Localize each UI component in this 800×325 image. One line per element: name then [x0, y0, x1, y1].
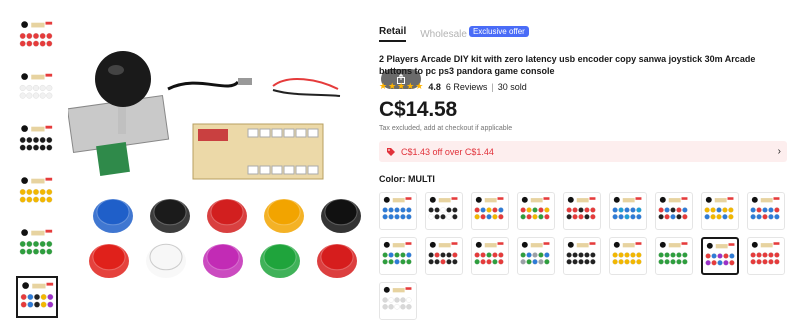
thumbnail-red-kit[interactable] — [16, 16, 58, 58]
thumbnail-yellow-kit[interactable] — [16, 172, 58, 214]
color-swatch[interactable] — [379, 237, 417, 275]
chevron-right-icon: › — [777, 146, 781, 157]
color-swatch[interactable] — [701, 237, 739, 275]
color-swatch[interactable] — [379, 282, 417, 320]
color-swatch[interactable] — [471, 192, 509, 230]
color-swatch[interactable] — [655, 192, 693, 230]
color-swatch[interactable] — [563, 192, 601, 230]
arcade-button-top — [92, 243, 126, 271]
arcade-button-top — [267, 198, 301, 226]
thumbnail-black-kit[interactable] — [16, 120, 58, 162]
tab-retail[interactable]: Retail — [379, 26, 407, 42]
reviews-link[interactable]: 6 Reviews — [446, 82, 488, 92]
arcade-button-top — [149, 243, 183, 271]
product-price: C$14.58 — [379, 98, 457, 121]
color-swatch[interactable] — [747, 192, 785, 230]
product-info-panel: Retail Wholesale Exclusive offer 2 Playe… — [379, 25, 789, 325]
purchase-type-tabs: Retail Wholesale Exclusive offer — [379, 25, 789, 43]
thumbnail-green-kit[interactable] — [16, 224, 58, 266]
color-swatch[interactable] — [655, 237, 693, 275]
color-swatch[interactable] — [563, 237, 601, 275]
arcade-button-top — [320, 243, 354, 271]
color-swatch[interactable] — [425, 192, 463, 230]
arcade-button-top — [96, 198, 130, 226]
promo-banner[interactable]: C$1.43 off over C$1.44 › — [379, 141, 787, 162]
thumbnail-rail — [16, 16, 58, 325]
arcade-button-top — [153, 198, 187, 226]
color-swatch[interactable] — [425, 237, 463, 275]
color-swatch[interactable] — [609, 192, 647, 230]
arcade-button-top — [324, 198, 358, 226]
main-product-image[interactable] — [66, 34, 421, 304]
tax-note: Tax excluded, add at checkout if applica… — [379, 125, 513, 132]
tag-icon — [387, 147, 395, 156]
arcade-button-top — [263, 243, 297, 271]
color-swatch[interactable] — [517, 237, 555, 275]
star-rating-icon: ★★★★★ — [379, 81, 425, 91]
product-title: 2 Players Arcade DIY kit with zero laten… — [379, 54, 756, 76]
divider: | — [491, 81, 494, 92]
rating-score: 4.8 — [428, 81, 441, 92]
arcade-button-top — [210, 198, 244, 226]
color-label: Color: MULTI — [379, 174, 435, 184]
color-swatch[interactable] — [379, 192, 417, 230]
tab-wholesale[interactable]: Wholesale — [420, 29, 467, 40]
color-swatch[interactable] — [701, 192, 739, 230]
color-swatches — [379, 192, 799, 325]
thumbnail-white-kit[interactable] — [16, 68, 58, 110]
rating-row: ★★★★★ 4.8 6 Reviews | 30 sold — [379, 81, 789, 92]
color-swatch[interactable] — [609, 237, 647, 275]
sold-count: 30 sold — [497, 81, 527, 92]
color-swatch[interactable] — [747, 237, 785, 275]
arcade-button-top — [206, 243, 240, 271]
promo-text: C$1.43 off over C$1.44 — [401, 146, 494, 157]
exclusive-offer-badge: Exclusive offer — [468, 25, 529, 37]
arcade-kit-illustration — [66, 51, 361, 278]
color-swatch[interactable] — [517, 192, 555, 230]
thumbnail-multi-kit[interactable] — [16, 276, 58, 318]
color-swatch[interactable] — [471, 237, 509, 275]
